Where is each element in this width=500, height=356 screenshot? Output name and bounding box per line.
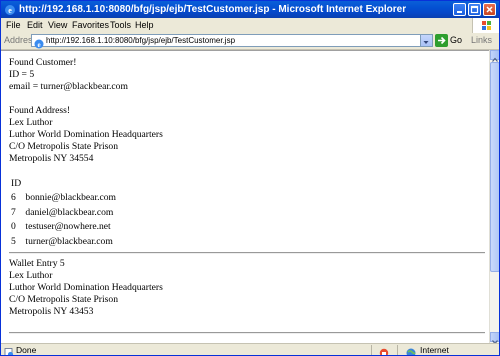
customer-id: ID = 5	[9, 69, 35, 80]
row-id: 0	[11, 221, 16, 232]
address-heading: Found Address!	[9, 105, 71, 116]
security-icon	[379, 345, 389, 355]
wallet-line: C/O Metropolis State Prison	[9, 294, 118, 305]
vertical-scrollbar[interactable]	[489, 50, 499, 345]
title-bar[interactable]: e http://192.168.1.10:8080/bfg/jsp/ejb/T…	[1, 1, 499, 18]
scroll-down-button[interactable]	[490, 332, 499, 345]
menu-favorites[interactable]: Favorites	[72, 19, 109, 32]
email-table-header: ID	[11, 178, 22, 189]
maximize-icon	[470, 5, 479, 14]
links-button[interactable]: Links	[471, 35, 492, 45]
ie-icon: e	[4, 3, 16, 15]
svg-text:e: e	[8, 6, 12, 15]
zone-text: Internet	[420, 345, 449, 355]
svg-text:e: e	[37, 41, 40, 49]
wallet-line: Metropolis NY 43453	[9, 306, 94, 317]
address-line: Luthor World Domination Headquarters	[9, 129, 163, 140]
internet-zone-icon	[406, 345, 416, 355]
menu-file[interactable]: File	[6, 19, 21, 32]
minimize-button[interactable]	[453, 3, 466, 16]
document: Found Customer! ID = 5 email = turner@bl…	[9, 57, 485, 338]
menu-help[interactable]: Help	[135, 19, 154, 32]
go-button[interactable]: Go	[435, 34, 463, 47]
table-row: 6 bonnie@blackbear.com	[9, 191, 485, 206]
maximize-button[interactable]	[468, 3, 481, 16]
wallet-heading: Wallet Entry 5	[9, 258, 65, 269]
row-email: bonnie@blackbear.com	[25, 192, 117, 203]
divider	[9, 252, 485, 254]
table-row: 5 turner@blackbear.com	[9, 235, 485, 250]
address-input[interactable]: e http://192.168.1.10:8080/bfg/jsp/ejb/T…	[31, 34, 433, 49]
page-done-icon	[4, 345, 14, 355]
minimize-icon	[457, 11, 462, 13]
row-id: 7	[11, 206, 16, 218]
scroll-up-button[interactable]	[490, 50, 499, 62]
page-content: Found Customer! ID = 5 email = turner@bl…	[1, 50, 489, 343]
table-row: 0 testuser@nowhere.net	[9, 220, 485, 235]
menu-tools[interactable]: Tools	[110, 19, 131, 32]
address-line: C/O Metropolis State Prison	[9, 141, 118, 152]
address-line: Lex Luthor	[9, 117, 53, 128]
status-text: Done	[16, 345, 37, 355]
row-email: turner@blackbear.com	[25, 235, 113, 247]
table-row: 7 daniel@blackbear.com	[9, 206, 485, 221]
status-bar: Done Internet	[1, 343, 499, 355]
customer-heading: Found Customer!	[9, 57, 77, 68]
wallet-line: Luthor World Domination Headquarters	[9, 282, 163, 293]
customer-email: email = turner@blackbear.com	[9, 81, 128, 92]
row-email: daniel@blackbear.com	[25, 206, 114, 218]
close-icon	[486, 6, 493, 13]
address-line: Metropolis NY 34554	[9, 153, 94, 164]
row-id: 5	[11, 235, 16, 247]
browser-window: e http://192.168.1.10:8080/bfg/jsp/ejb/T…	[0, 0, 500, 356]
address-bar: Address e http://192.168.1.10:8080/bfg/j…	[1, 33, 499, 50]
close-button[interactable]	[483, 3, 496, 16]
row-email: testuser@nowhere.net	[25, 221, 111, 232]
wallet-line: Lex Luthor	[9, 270, 53, 281]
menu-edit[interactable]: Edit	[27, 19, 43, 32]
menu-bar: File Edit View Favorites Tools Help	[1, 18, 499, 34]
status-separator	[397, 345, 398, 355]
address-url: http://192.168.1.10:8080/bfg/jsp/ejb/Tes…	[46, 36, 236, 45]
window-title: http://192.168.1.10:8080/bfg/jsp/ejb/Tes…	[19, 4, 407, 15]
row-id: 6	[11, 192, 16, 203]
menu-view[interactable]: View	[48, 19, 67, 32]
windows-logo-icon	[472, 18, 499, 33]
go-label: Go	[450, 35, 463, 45]
page-ie-icon: e	[34, 36, 44, 49]
scroll-thumb[interactable]	[490, 62, 499, 272]
go-arrow-icon	[435, 34, 448, 47]
divider	[9, 332, 485, 334]
status-separator	[371, 345, 372, 355]
dropdown-icon[interactable]	[420, 35, 432, 46]
